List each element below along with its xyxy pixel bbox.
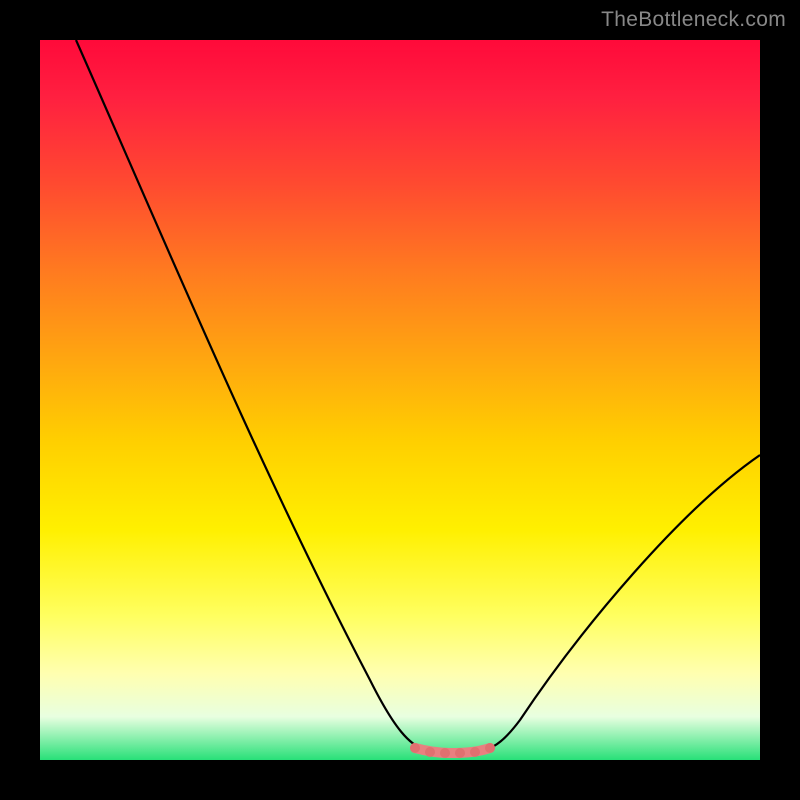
highlight-dot xyxy=(425,747,435,757)
main-curve xyxy=(76,40,760,752)
highlight-dot xyxy=(455,748,465,758)
highlight-dot xyxy=(440,748,450,758)
watermark-text: TheBottleneck.com xyxy=(601,8,786,32)
highlight-dot xyxy=(410,743,420,753)
plot-area xyxy=(40,40,760,760)
highlight-dot xyxy=(470,747,480,757)
chart-svg xyxy=(40,40,760,760)
highlight-dot xyxy=(485,743,495,753)
